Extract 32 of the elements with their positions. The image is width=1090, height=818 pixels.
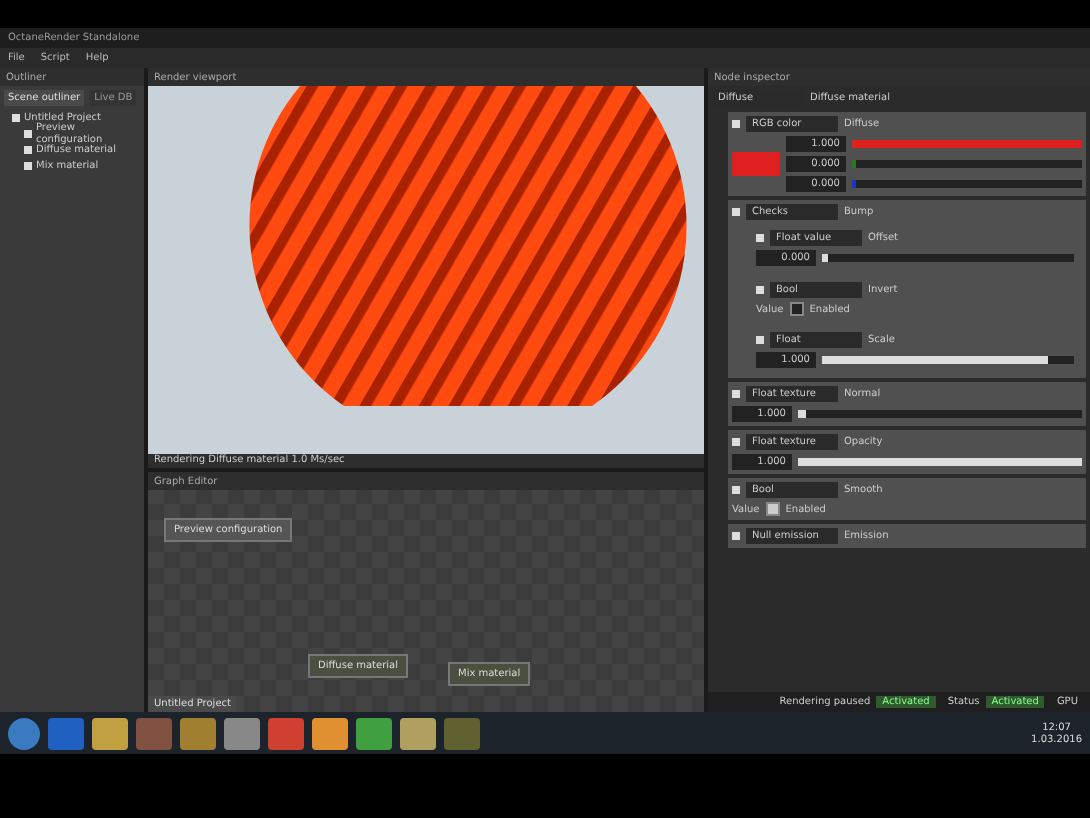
- value-slider[interactable]: [798, 410, 1082, 418]
- taskbar-app-icon[interactable]: [48, 717, 84, 749]
- node-icon: [756, 286, 764, 294]
- node-icon: [732, 486, 740, 494]
- node-icon: [732, 438, 740, 446]
- node-icon: [756, 234, 764, 242]
- node-icon: [24, 162, 32, 170]
- node-icon: [24, 130, 32, 138]
- channel-slider[interactable]: [852, 180, 1082, 188]
- node-icon: [24, 146, 32, 154]
- taskbar-app-icon[interactable]: [356, 717, 392, 749]
- taskbar-app-icon[interactable]: [92, 717, 128, 749]
- value-slider[interactable]: [822, 356, 1074, 364]
- color-swatch: [732, 152, 780, 176]
- node-icon: [756, 336, 764, 344]
- taskbar-app-icon[interactable]: [400, 717, 436, 749]
- channel-slider[interactable]: [852, 160, 1082, 168]
- node-icon: [732, 390, 740, 398]
- node-icon: [732, 532, 740, 540]
- value-slider[interactable]: [822, 254, 1074, 262]
- value-slider[interactable]: [798, 458, 1082, 466]
- taskbar-app-icon[interactable]: [224, 717, 260, 749]
- channel-slider[interactable]: [852, 140, 1082, 148]
- taskbar-app-icon[interactable]: [312, 717, 348, 749]
- taskbar-app-icon[interactable]: [180, 717, 216, 749]
- checkbox[interactable]: [789, 302, 804, 316]
- node-icon: [732, 208, 740, 216]
- start-button[interactable]: [8, 717, 40, 749]
- checkbox[interactable]: [765, 502, 780, 516]
- node-icon: [732, 120, 740, 128]
- node-icon: [12, 114, 20, 122]
- taskbar-app-icon[interactable]: [268, 717, 304, 749]
